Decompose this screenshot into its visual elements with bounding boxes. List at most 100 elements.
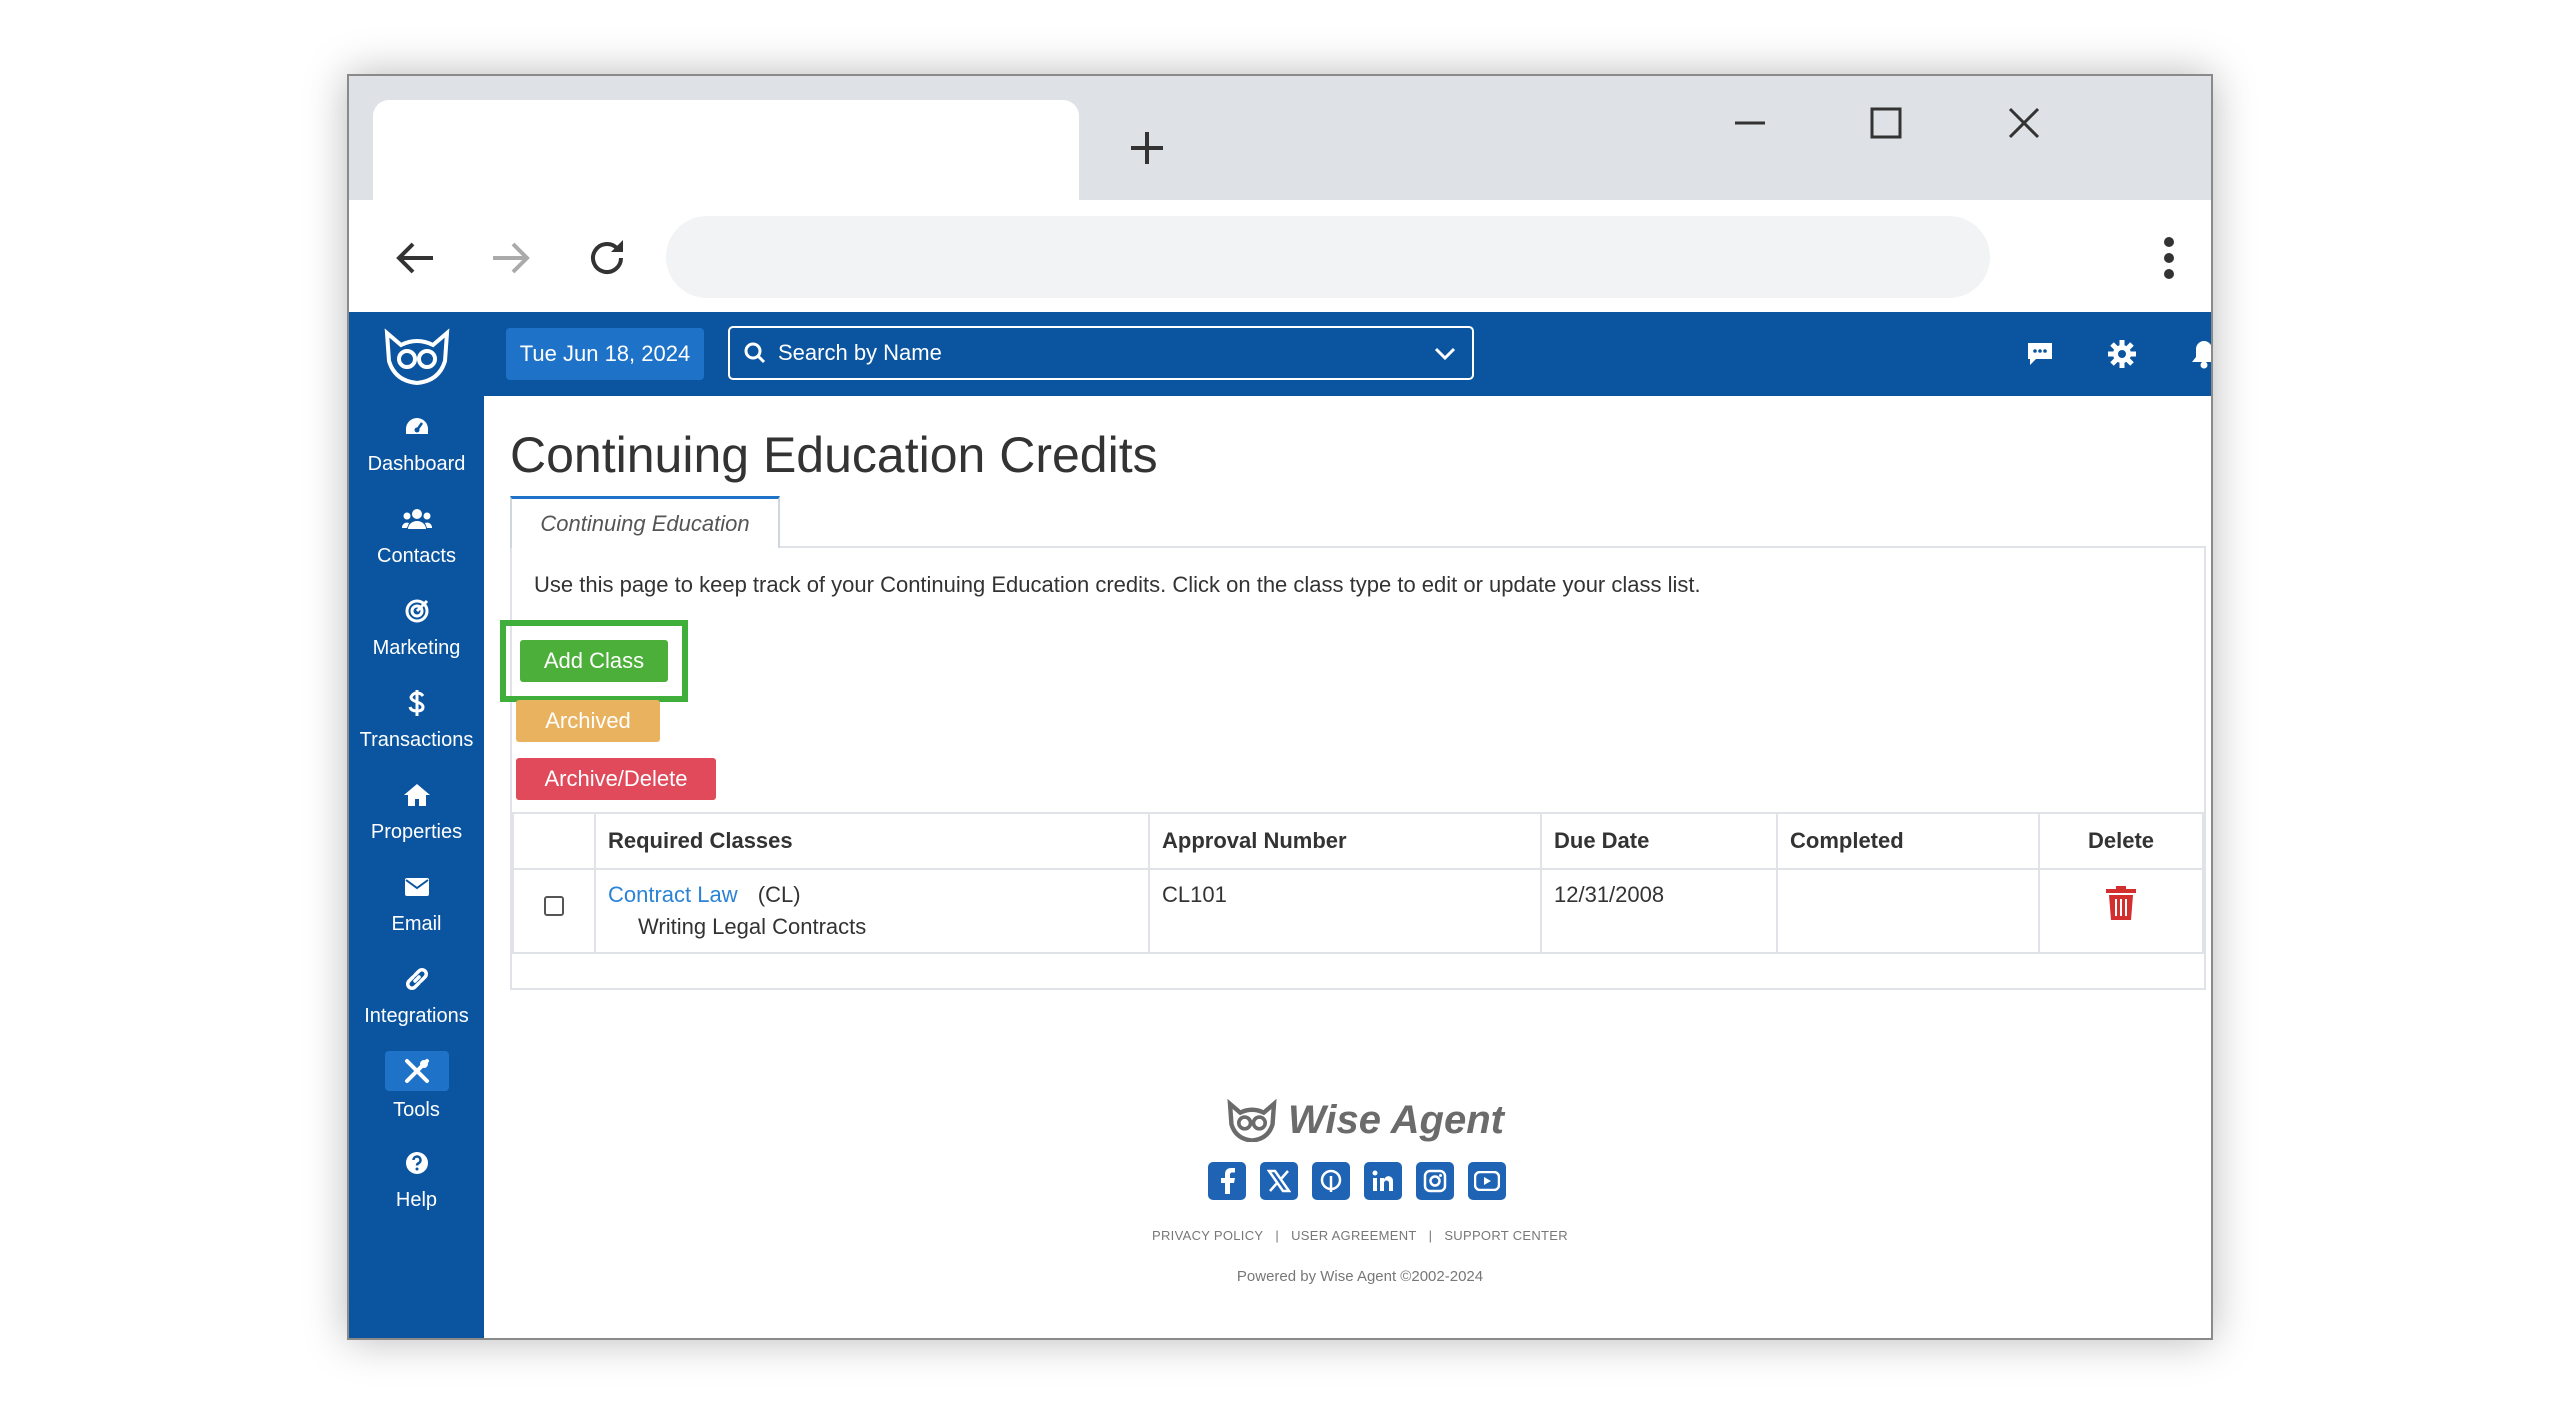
maximize-button[interactable] [1831,88,1941,158]
sidebar-item-label: Integrations [364,1004,469,1027]
browser-window: Dashboard Contacts Marketing Transaction… [347,74,2213,1340]
notifications-button[interactable] [2184,334,2211,374]
chat-icon [2028,343,2052,365]
bell-icon [2192,341,2211,369]
browser-menu-button[interactable] [2139,228,2199,288]
class-description: Writing Legal Contracts [638,914,867,939]
archive-delete-button[interactable]: Archive/Delete [516,758,716,800]
close-window-button[interactable] [1969,88,2079,158]
footer-links: PRIVACY POLICY | USER AGREEMENT | SUPPOR… [1150,1228,1570,1243]
owl-logo-icon [1227,1098,1277,1142]
column-header-completed[interactable]: Completed [1776,812,2040,870]
browser-toolbar [349,200,2211,312]
marketing-icon [399,593,435,629]
add-class-button[interactable]: Add Class [520,640,668,682]
arrow-left-icon [396,242,433,274]
chat-button[interactable] [2020,334,2060,374]
reload-button[interactable] [577,228,637,288]
pinterest-icon[interactable] [1312,1162,1350,1200]
instagram-icon[interactable] [1416,1162,1454,1200]
footer-separator: | [1428,1228,1433,1243]
table-header-row: Required Classes Approval Number Due Dat… [512,812,2204,870]
new-tab-button[interactable] [1119,120,1175,176]
sidebar-item-transactions[interactable]: Transactions [349,678,484,758]
minimize-button[interactable] [1695,88,1805,158]
link-icon [399,961,435,997]
search-input[interactable]: Search by Name [728,326,1474,380]
column-header-required-classes[interactable]: Required Classes [594,812,1150,870]
help-icon [399,1145,435,1181]
page-title: Continuing Education Credits [510,427,1158,483]
contacts-icon [399,501,435,537]
wise-agent-logo[interactable] [375,322,459,388]
minimize-icon [1735,121,1765,125]
sidebar-item-integrations[interactable]: Integrations [349,954,484,1034]
sidebar-item-label: Email [391,912,442,935]
sidebar-item-dashboard[interactable]: Dashboard [349,402,484,482]
column-header-approval-number[interactable]: Approval Number [1148,812,1542,870]
powered-by: Powered by Wise Agent ©2002-2024 [1236,1268,1484,1285]
settings-button[interactable] [2102,334,2142,374]
classes-table: Required Classes Approval Number Due Dat… [512,812,2204,954]
sidebar-item-label: Tools [393,1098,440,1121]
sidebar-item-label: Dashboard [367,452,466,475]
youtube-icon[interactable] [1468,1162,1506,1200]
envelope-icon [399,869,435,905]
forward-button[interactable] [481,228,541,288]
arrow-right-icon [493,242,530,274]
dashboard-icon [399,409,435,445]
trash-icon [2106,886,2136,920]
sidebar-item-help[interactable]: Help [349,1138,484,1218]
sidebar-item-tools[interactable]: Tools [349,1046,484,1126]
page-description: Use this page to keep track of your Cont… [534,572,1701,597]
table-row: Contract Law (CL) Writing Legal Contract… [512,868,2204,954]
column-header-due-date[interactable]: Due Date [1540,812,1778,870]
class-link[interactable]: Contract Law [608,882,738,907]
sidebar-item-label: Contacts [377,544,456,567]
sidebar-item-email[interactable]: Email [349,862,484,942]
app: Dashboard Contacts Marketing Transaction… [349,312,2211,1338]
column-header-select [512,812,596,870]
footer-brand[interactable]: Wise Agent [1224,1092,1504,1148]
reload-icon [591,240,623,274]
plus-icon [1131,132,1163,164]
chevron-down-icon[interactable] [1434,342,1458,366]
main-content: Continuing Education Credits Continuing … [484,396,2211,1338]
row-checkbox[interactable] [544,896,564,916]
tools-icon [384,1050,449,1091]
sidebar-item-marketing[interactable]: Marketing [349,586,484,666]
facebook-icon[interactable] [1208,1162,1246,1200]
browser-tab[interactable] [373,100,1079,202]
tab-strip [349,76,2211,202]
back-button[interactable] [385,228,445,288]
date-button[interactable]: Tue Jun 18, 2024 [506,328,704,380]
privacy-policy-link[interactable]: PRIVACY POLICY [1152,1228,1263,1243]
sidebar-item-label: Marketing [372,636,461,659]
search-icon [744,340,770,366]
address-bar[interactable] [666,216,1990,298]
approval-number-cell: CL101 [1148,868,1542,954]
dollar-icon [399,685,435,721]
sidebar: Dashboard Contacts Marketing Transaction… [349,312,484,1338]
required-class-cell: Contract Law (CL) Writing Legal Contract… [594,868,1150,954]
support-center-link[interactable]: SUPPORT CENTER [1444,1228,1568,1243]
x-icon[interactable] [1260,1162,1298,1200]
user-agreement-link[interactable]: USER AGREEMENT [1291,1228,1417,1243]
search-placeholder: Search by Name [778,340,942,365]
home-icon [399,777,435,813]
archived-button[interactable]: Archived [516,700,660,742]
linkedin-icon[interactable] [1364,1162,1402,1200]
delete-button[interactable] [2052,882,2190,920]
footer-separator: | [1275,1228,1280,1243]
delete-cell [2038,868,2204,954]
sidebar-item-properties[interactable]: Properties [349,770,484,850]
sidebar-item-label: Help [395,1188,438,1211]
row-select-cell [512,868,596,954]
completed-cell [1776,868,2040,954]
sidebar-item-contacts[interactable]: Contacts [349,494,484,574]
sidebar-item-label: Transactions [359,728,474,751]
gear-icon [2108,340,2136,368]
tab-continuing-education[interactable]: Continuing Education [510,496,780,548]
maximize-icon [1870,107,1902,139]
close-icon [2008,107,2040,139]
